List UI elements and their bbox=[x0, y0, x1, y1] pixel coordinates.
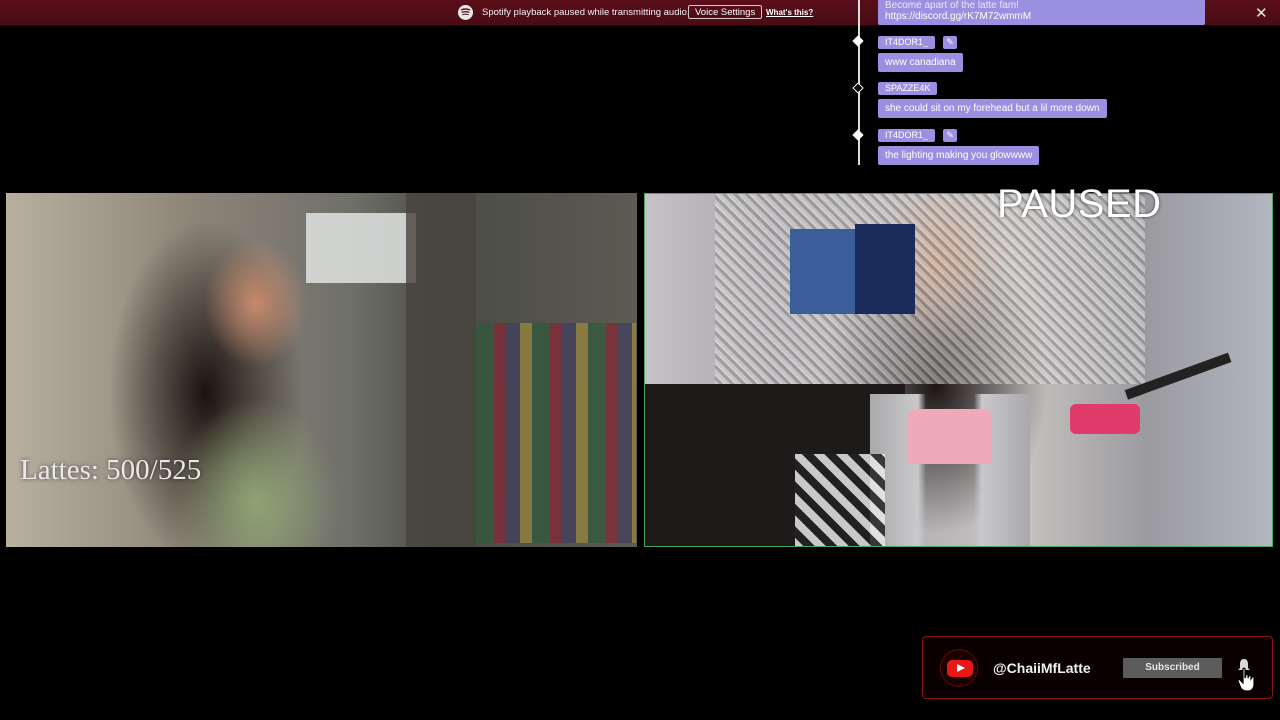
chat-username: IT4DOR1_ bbox=[878, 129, 936, 142]
youtube-subscribe-widget: @ChaiiMfLatte Subscribed bbox=[922, 636, 1273, 699]
message-pin-icon bbox=[852, 129, 864, 141]
notification-text: Spotify playback paused while transmitti… bbox=[482, 7, 690, 18]
lattes-goal-counter: Lattes: 500/525 bbox=[20, 454, 202, 486]
youtube-icon bbox=[940, 649, 978, 687]
plaid-blanket bbox=[795, 454, 885, 546]
message-pin-icon bbox=[852, 82, 864, 94]
paused-label: PAUSED bbox=[997, 182, 1162, 226]
youtube-handle: @ChaiiMfLatte bbox=[993, 660, 1091, 676]
pencil-icon: ✎ bbox=[943, 36, 957, 49]
store-window bbox=[306, 213, 416, 283]
pencil-icon: ✎ bbox=[943, 129, 957, 142]
right-video-feed bbox=[644, 193, 1273, 547]
chat-message: www canadiana bbox=[878, 53, 963, 72]
fridge-door bbox=[406, 193, 476, 547]
voice-settings-button[interactable]: Voice Settings bbox=[688, 5, 763, 19]
microphone bbox=[1070, 404, 1140, 434]
chat-message: the lighting making you glowwww bbox=[878, 146, 1040, 165]
subscribed-button[interactable]: Subscribed bbox=[1123, 658, 1222, 678]
pinned-message: Become apart of the latte fam! https://d… bbox=[878, 0, 1205, 25]
spotify-icon bbox=[458, 5, 473, 20]
pinned-message-line2: https://discord.gg/rK7M72wmmM bbox=[885, 11, 1032, 22]
hand-cursor-icon bbox=[1237, 667, 1255, 692]
chat-username: IT4DOR1_ bbox=[878, 36, 936, 49]
pinned-message-line1: Become apart of the latte fam! bbox=[885, 0, 1019, 11]
message-pin-icon bbox=[852, 35, 864, 47]
streamer-top bbox=[907, 409, 992, 464]
left-video-feed bbox=[6, 193, 637, 547]
monitor bbox=[855, 224, 915, 314]
whats-this-link[interactable]: What's this? bbox=[766, 8, 813, 17]
chat-username: SPAZZE4K bbox=[878, 82, 938, 95]
close-icon[interactable]: ✕ bbox=[1255, 4, 1268, 22]
wall-poster bbox=[790, 229, 860, 314]
chat-overlay: Become apart of the latte fam! https://d… bbox=[850, 0, 1220, 170]
store-shelf-products bbox=[476, 323, 636, 543]
chat-message: she could sit on my forehead but a lil m… bbox=[878, 99, 1107, 118]
